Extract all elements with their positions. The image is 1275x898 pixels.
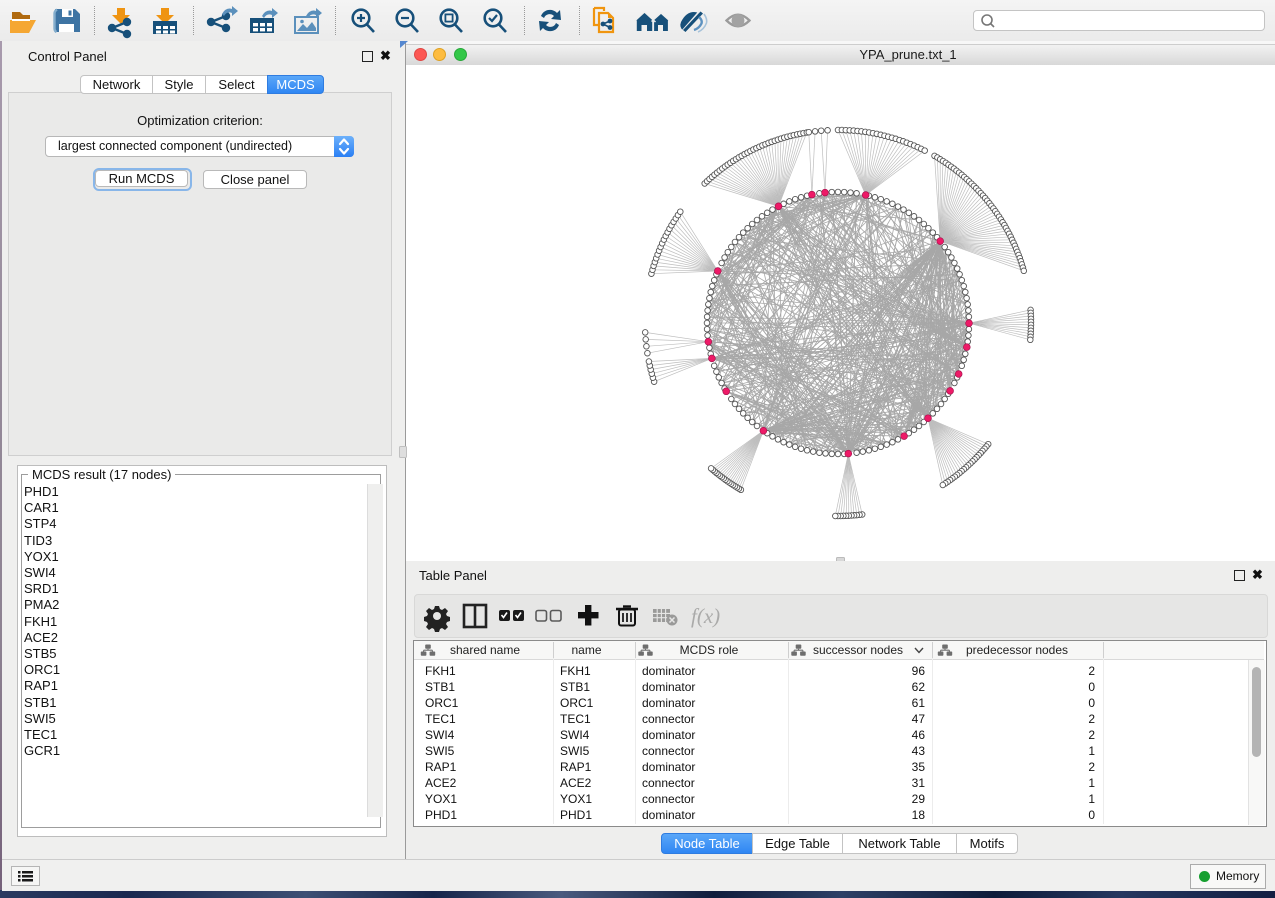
svg-text:f(x): f(x) bbox=[691, 604, 720, 628]
